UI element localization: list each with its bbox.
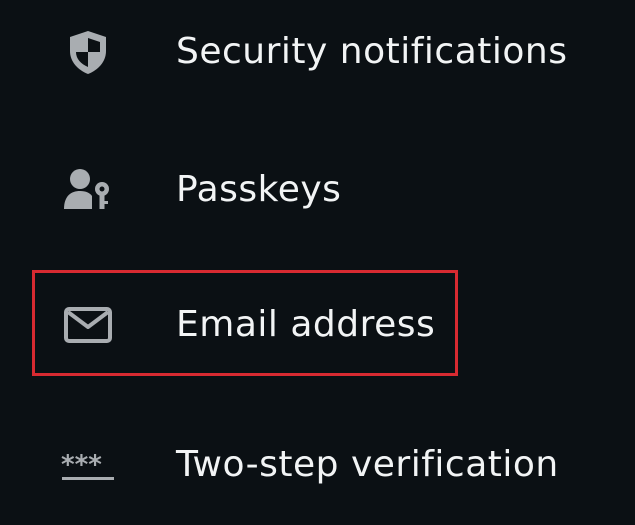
settings-menu: Security notifications Passkeys Email ad… [0,0,635,490]
menu-item-label: Email address [176,304,436,345]
menu-item-label: Two-step verification [176,444,559,485]
password-asterisks-icon: *** [58,433,118,493]
menu-item-email-address[interactable]: Email address [0,265,635,385]
menu-item-passkeys[interactable]: Passkeys [0,130,635,250]
svg-text:***: *** [61,450,102,480]
menu-item-label: Security notifications [176,31,568,72]
shield-icon [58,22,118,82]
passkey-icon [58,160,118,220]
menu-item-label: Passkeys [176,169,342,210]
menu-item-security-notifications[interactable]: Security notifications [0,0,635,120]
envelope-icon [58,295,118,355]
menu-item-two-step-verification[interactable]: *** Two-step verification [0,405,635,525]
